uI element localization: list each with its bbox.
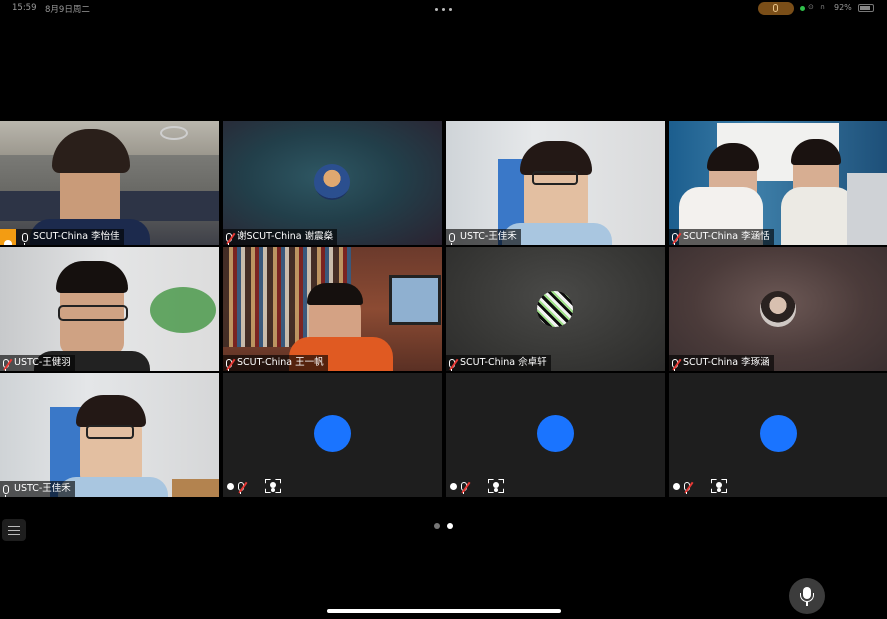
video-tile-10[interactable]: [223, 373, 442, 497]
muted-mic-icon: [226, 358, 232, 371]
participant-name: SCUT-China 李涵恬: [683, 231, 770, 242]
name-tag: USTC-王健羽: [0, 355, 75, 371]
video-tile-9[interactable]: USTC-王佳禾: [0, 373, 219, 497]
participant-avatar: [314, 164, 350, 200]
microphone-icon: [449, 232, 455, 245]
battery-icon: [858, 4, 874, 12]
hair: [307, 283, 363, 305]
list-icon: [8, 534, 20, 536]
tile-status-bar: [450, 479, 504, 494]
hair: [76, 395, 146, 427]
participant-name: SCUT-China 王一帆: [237, 357, 324, 368]
headphones-icon: ∩: [820, 3, 826, 11]
focus-frame-icon[interactable]: [711, 479, 727, 493]
home-indicator[interactable]: [327, 609, 561, 613]
glasses: [86, 425, 134, 439]
status-dot: [450, 482, 457, 490]
orientation-lock-icon: ⊙: [808, 3, 814, 11]
list-icon: [8, 530, 20, 532]
status-icons: ⊙ ∩ 92%: [800, 3, 884, 15]
muted-mic-icon: [672, 358, 678, 371]
shelf-item: [172, 479, 219, 497]
video-tile-5[interactable]: USTC-王健羽: [0, 247, 219, 371]
battery-percent: 92%: [834, 3, 852, 12]
shirt: [781, 187, 855, 245]
participant-name: 谢SCUT-China 谢震燊: [237, 231, 334, 242]
video-tile-12[interactable]: [669, 373, 887, 497]
mic-in-use-indicator: [758, 2, 794, 15]
muted-mic-icon: [684, 481, 690, 494]
name-tag: SCUT-China 李涵恬: [669, 229, 774, 245]
name-tag: SCUT-China 佘卓轩: [446, 355, 551, 371]
participant-name: SCUT-China 李怡佳: [33, 231, 120, 242]
participant-name: SCUT-China 李琢涵: [683, 357, 770, 368]
focus-frame-icon[interactable]: [488, 479, 504, 493]
status-dot: [800, 6, 805, 11]
video-tile-7[interactable]: SCUT-China 佘卓轩: [446, 247, 665, 371]
participant-name: USTC-王佳禾: [460, 231, 517, 242]
igem-logo: [150, 287, 216, 333]
muted-mic-icon: [672, 232, 678, 245]
ceiling-fan: [160, 126, 188, 140]
participant-avatar: [537, 291, 573, 327]
video-tile-4[interactable]: SCUT-China 李涵恬: [669, 121, 887, 245]
microphone-button[interactable]: [789, 578, 825, 614]
host-icon: [0, 229, 16, 245]
video-tile-2[interactable]: 谢SCUT-China 谢震燊: [223, 121, 442, 245]
name-tag: 谢SCUT-China 谢震燊: [223, 229, 338, 245]
muted-mic-icon: [238, 481, 244, 494]
hair: [56, 261, 128, 293]
microphone-icon: [3, 484, 9, 497]
glasses: [532, 171, 578, 185]
status-dot: [673, 482, 680, 490]
video-tile-3[interactable]: USTC-王佳禾: [446, 121, 665, 245]
laptop: [847, 173, 887, 245]
participant-avatar: [760, 291, 796, 327]
status-bar: 15:59 8月9日周二 ⊙ ∩ 92%: [0, 0, 887, 18]
focus-frame-icon[interactable]: [265, 479, 281, 493]
page-dot-active[interactable]: [447, 523, 453, 529]
video-tile-8[interactable]: SCUT-China 李琢涵: [669, 247, 887, 371]
name-tag: SCUT-China 李琢涵: [669, 355, 774, 371]
name-tag: SCUT-China 李怡佳: [0, 229, 124, 245]
status-date: 8月9日周二: [45, 5, 90, 15]
participant-name: USTC-王佳禾: [14, 483, 71, 494]
name-tag: SCUT-China 王一帆: [223, 355, 328, 371]
glasses: [58, 305, 128, 321]
name-tag: USTC-王佳禾: [446, 229, 521, 245]
video-tile-6[interactable]: SCUT-China 王一帆: [223, 247, 442, 371]
avatar-placeholder: [537, 415, 574, 452]
name-tag: USTC-王佳禾: [0, 481, 75, 497]
more-dots-icon[interactable]: [435, 8, 453, 12]
status-dot: [227, 482, 234, 490]
tile-status-bar: [227, 479, 281, 494]
page-dot[interactable]: [434, 523, 440, 529]
muted-mic-icon: [461, 481, 467, 494]
participant-name: USTC-王健羽: [14, 357, 71, 368]
participant-name: SCUT-China 佘卓轩: [460, 357, 547, 368]
participant-list-button[interactable]: [2, 519, 26, 541]
microphone-icon: [773, 4, 778, 12]
tile-status-bar: [673, 479, 727, 494]
monitor: [389, 275, 441, 325]
avatar-placeholder: [760, 415, 797, 452]
muted-mic-icon: [3, 358, 9, 371]
hair: [520, 141, 592, 175]
list-icon: [8, 526, 20, 528]
video-tile-11[interactable]: [446, 373, 665, 497]
microphone-icon: [22, 232, 28, 245]
status-time: 15:59: [12, 3, 37, 13]
avatar-placeholder: [314, 415, 351, 452]
page-indicator[interactable]: [434, 523, 456, 529]
video-tile-1[interactable]: SCUT-China 李怡佳: [0, 121, 219, 245]
muted-mic-icon: [449, 358, 455, 371]
muted-mic-icon: [226, 232, 232, 245]
